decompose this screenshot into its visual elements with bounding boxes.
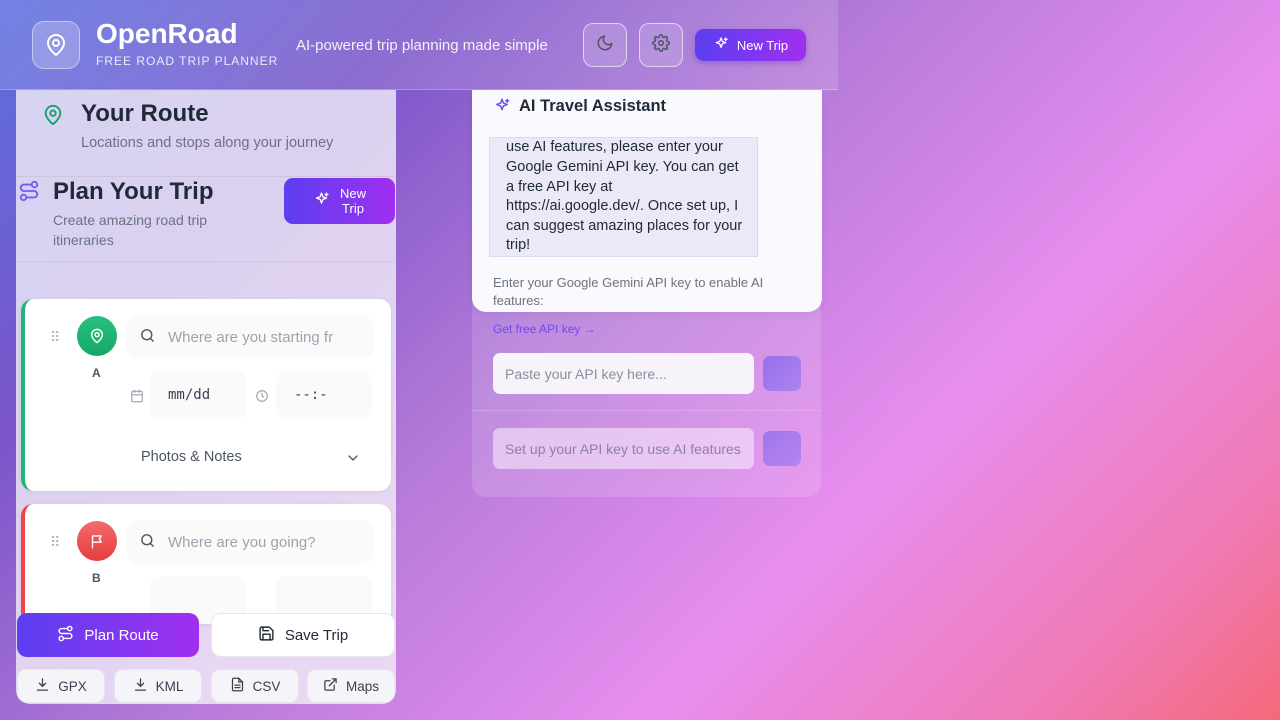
drag-handle-icon[interactable]: ⠿ [50,329,60,346]
assistant-message-text: use AI features, please enter your Googl… [506,139,743,254]
start-date-input[interactable]: mm/dd [150,371,246,419]
plan-new-trip-label-line2: Trip [342,201,364,216]
start-marker-icon [77,316,117,356]
stop-card-destination: ⠿ B Where are you going? [21,504,391,624]
plan-route-label: Plan Route [84,626,159,644]
export-csv-button[interactable]: CSV [211,669,299,703]
route-subtitle: Locations and stops along your journey [81,135,334,151]
route-icon [18,179,40,208]
open-maps-button[interactable]: Maps [307,669,395,703]
settings-button[interactable] [639,23,683,67]
destination-placeholder: Where are you going? [168,533,316,551]
send-message-button[interactable] [763,431,801,466]
open-maps-label: Maps [345,678,379,694]
divider [16,176,396,177]
destination-input[interactable]: Where are you going? [127,520,373,564]
start-location-placeholder: Where are you starting fr [168,328,334,346]
export-kml-button[interactable]: KML [114,669,202,703]
gear-icon [652,33,670,57]
sparkles-icon [313,191,330,211]
app-tagline: AI-powered trip planning made simple [296,37,548,54]
header-new-trip-label: New Trip [736,37,789,53]
api-key-input[interactable]: Paste your API key here... [493,353,754,394]
dark-mode-toggle-button[interactable] [583,23,627,67]
save-api-key-button[interactable] [763,356,801,391]
chat-input[interactable]: Set up your API key to use AI features [493,428,754,469]
ai-assistant-title: AI Travel Assistant [519,97,667,115]
download-icon [133,677,148,695]
plan-title: Plan Your Trip [53,178,214,205]
route-icon [57,625,74,646]
search-icon [139,327,156,348]
destination-flag-icon [77,521,117,561]
divider [16,261,396,262]
plan-new-trip-label-line1: New [339,186,366,201]
stop-letter: B [92,571,101,585]
chevron-down-icon[interactable] [345,450,361,471]
logo-map-pin-icon [32,21,80,69]
photos-notes-toggle[interactable]: Photos & Notes [141,449,242,465]
start-time-input[interactable]: --:- [276,371,372,419]
search-icon [139,532,156,553]
export-kml-label: KML [155,678,184,694]
assistant-message-bubble: use AI features, please enter your Googl… [489,137,758,257]
get-api-key-link[interactable]: Get free API key → [493,322,596,336]
app-subtitle: FREE ROAD TRIP PLANNER [96,54,279,68]
plan-new-trip-button[interactable]: New Trip [284,178,395,224]
save-trip-button[interactable]: Save Trip [211,613,395,657]
api-key-hint: Enter your Google Gemini API key to enab… [493,275,764,308]
export-gpx-label: GPX [58,678,87,694]
plan-new-trip-label: New Trip [340,186,366,216]
export-csv-label: CSV [252,678,281,694]
external-link-icon [323,677,338,695]
drag-handle-icon[interactable]: ⠿ [50,534,60,551]
download-icon [35,677,50,695]
app-header: OpenRoad FREE ROAD TRIP PLANNER AI-power… [0,0,838,90]
start-location-input[interactable]: Where are you starting fr [127,315,373,359]
sparkles-icon [713,36,729,55]
stop-letter: A [92,366,101,380]
save-trip-label: Save Trip [284,626,349,644]
divider [472,410,821,411]
header-new-trip-button[interactable]: New Trip [695,29,806,61]
moon-icon [596,34,614,57]
file-text-icon [230,677,245,695]
sparkles-icon [493,97,511,120]
stop-card-start: ⠿ A Where are you starting fr mm/dd --:-… [21,299,391,491]
route-title: Your Route [81,100,209,127]
save-icon [258,625,275,646]
ai-assistant-card: AI Travel Assistant use AI features, ple… [472,90,822,312]
calendar-icon [130,389,144,408]
app-title: OpenRoad [96,18,238,49]
clock-icon [255,389,269,408]
plan-subtitle: Create amazing road trip itineraries [53,212,208,248]
export-gpx-button[interactable]: GPX [17,669,105,703]
route-map-pin-icon [42,104,64,131]
trip-planner-panel: Your Route Locations and stops along you… [16,90,396,704]
plan-route-button[interactable]: Plan Route [17,613,199,657]
